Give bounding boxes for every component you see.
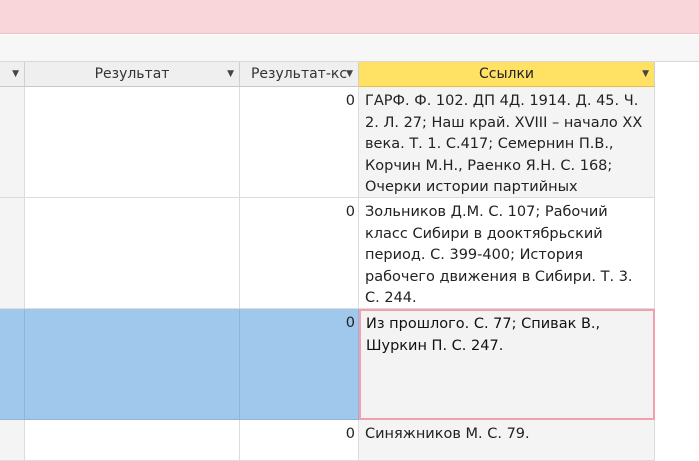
column-header-result-ks-label: Результат-кс — [250, 66, 348, 82]
dropdown-arrow-icon[interactable]: ▼ — [227, 62, 234, 87]
toolbar-strip — [0, 35, 699, 62]
column-header-previous[interactable]: ▼ — [0, 62, 25, 87]
dropdown-arrow-icon[interactable]: ▼ — [12, 62, 19, 87]
table-cell-result[interactable] — [25, 309, 240, 420]
table-cell-previous[interactable] — [0, 87, 25, 198]
table-cell-result[interactable] — [25, 420, 240, 461]
table-cell-links[interactable]: ГАРФ. Ф. 102. ДП 4Д. 1914. Д. 45. Ч. 2. … — [359, 87, 655, 198]
column-header-links[interactable]: Ссылки ▼ — [359, 62, 655, 87]
table-cell-previous[interactable] — [0, 309, 25, 420]
dropdown-arrow-icon[interactable]: ▼ — [642, 62, 649, 87]
table-cell-result-ks[interactable]: 0 — [240, 87, 359, 198]
table-cell-links[interactable]: Синяжников М. С. 79. — [359, 420, 655, 461]
datasheet-grid: ▼ Результат ▼ Результат-кс ▼ Ссылки ▼ 0 … — [0, 62, 699, 461]
table-cell-previous[interactable] — [0, 420, 25, 461]
table-cell-result[interactable] — [25, 87, 240, 198]
table-cell-result-ks[interactable]: 0 — [240, 198, 359, 309]
table-cell-previous[interactable] — [0, 198, 25, 309]
column-header-result[interactable]: Результат ▼ — [25, 62, 240, 87]
column-header-links-label: Ссылки — [478, 66, 535, 82]
message-banner — [0, 0, 699, 34]
table-cell-result-ks[interactable]: 0 — [240, 420, 359, 461]
column-header-result-ks[interactable]: Результат-кс ▼ — [240, 62, 359, 87]
table-cell-result[interactable] — [25, 198, 240, 309]
table-cell-links[interactable]: Зольников Д.М. С. 107; Рабочий класс Сиб… — [359, 198, 655, 309]
column-header-result-label: Результат — [94, 66, 170, 82]
table-cell-result-ks[interactable]: 0 — [240, 309, 359, 420]
dropdown-arrow-icon[interactable]: ▼ — [346, 62, 353, 87]
table-cell-links-focused[interactable]: Из прошлого. С. 77; Спивак В., Шуркин П.… — [359, 309, 655, 420]
